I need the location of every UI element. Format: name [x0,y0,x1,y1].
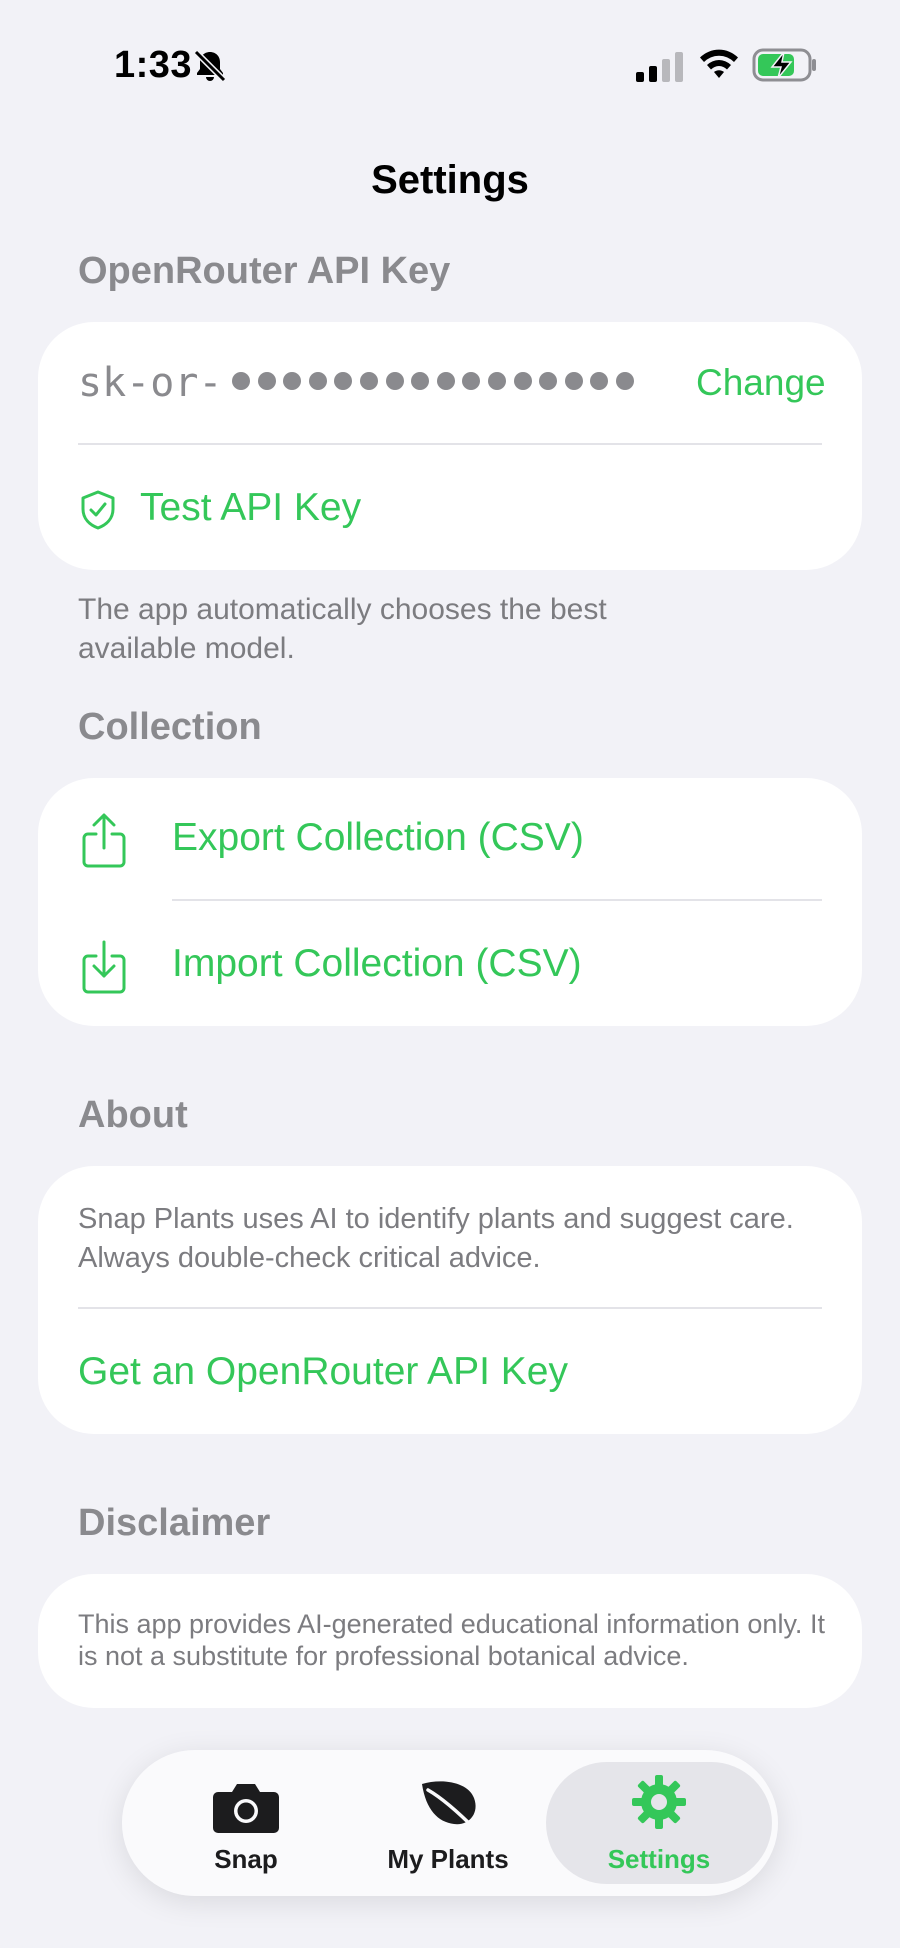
section-header-about: About [78,1094,188,1136]
test-api-key-label: Test API Key [140,486,362,529]
tab-my-plants-label: My Plants [387,1844,509,1874]
status-bar: 1:33 [0,0,900,120]
api-key-masked-dots [232,372,642,394]
bell-slash-icon [193,49,227,83]
import-collection-button[interactable]: Import Collection (CSV) [38,920,862,1024]
tab-my-plants[interactable]: My Plants [358,1750,538,1896]
about-description: Snap Plants uses AI to identify plants a… [78,1203,794,1274]
get-api-key-link[interactable]: Get an OpenRouter API Key [78,1350,568,1394]
checkmark-shield-icon [81,490,115,530]
import-collection-label: Import Collection (CSV) [172,942,582,985]
status-time: 1:33 [114,44,193,86]
change-key-button[interactable]: Change [696,362,826,404]
camera-icon [213,1784,279,1833]
settings-screen: 1:33 Settings OpenRouter API Key sk-or- … [0,0,900,1948]
api-key-footnote: The app automatically chooses the best a… [78,593,607,665]
tab-snap-label: Snap [214,1844,278,1874]
download-tray-icon [82,940,126,994]
page-title: Settings [371,158,529,202]
divider [78,443,822,445]
export-collection-button[interactable]: Export Collection (CSV) [38,796,862,900]
section-header-api-key: OpenRouter API Key [78,250,451,292]
tab-settings-label: Settings [607,1844,711,1874]
section-header-disclaimer: Disclaimer [78,1502,271,1544]
disclaimer-text: This app provides AI-generated education… [78,1609,825,1671]
battery-charging-icon [752,48,816,82]
divider [172,899,822,901]
wifi-icon [700,49,738,78]
tab-snap[interactable]: Snap [162,1750,330,1896]
tab-bar: Snap My Plants Settings [122,1750,778,1896]
leaf-icon [422,1781,478,1832]
section-header-collection: Collection [78,706,262,748]
divider [78,1307,822,1309]
gear-icon [632,1775,686,1829]
export-collection-label: Export Collection (CSV) [172,816,584,859]
api-key-prefix: sk-or- [78,360,223,406]
tab-settings[interactable]: Settings [546,1750,772,1896]
test-api-key-button[interactable]: Test API Key [78,476,822,544]
share-upload-icon [82,813,126,868]
cellular-signal-icon [636,52,683,82]
